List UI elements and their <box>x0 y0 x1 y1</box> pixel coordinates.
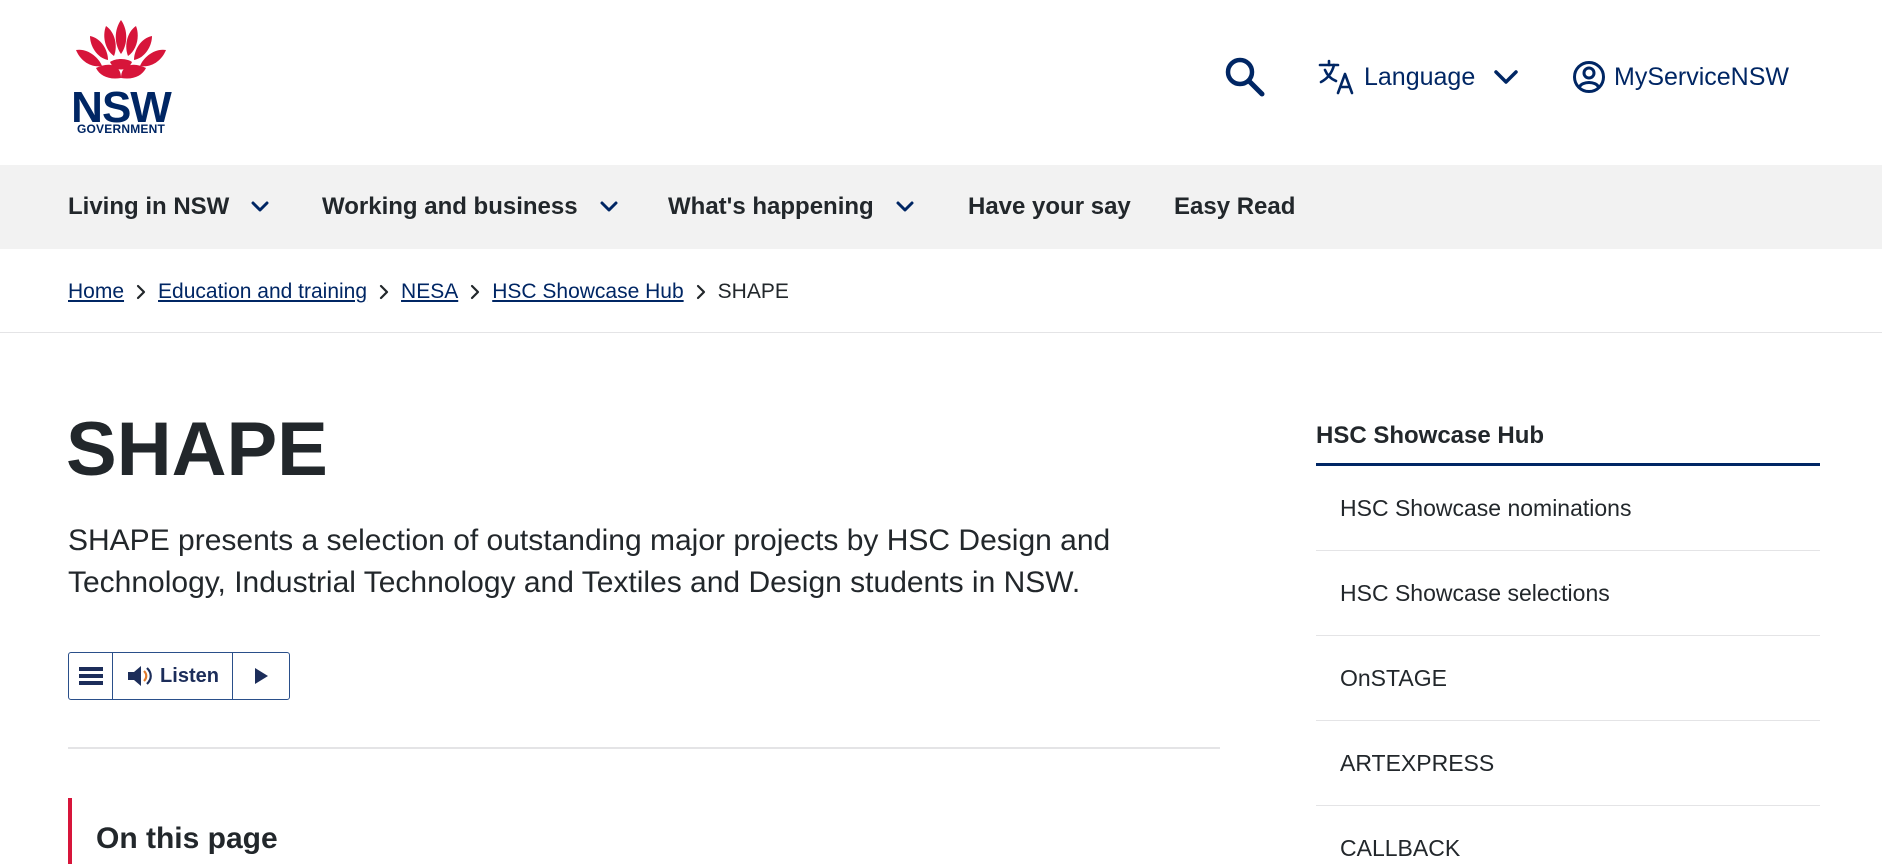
nav-item-label: Living in NSW <box>68 193 230 220</box>
site-header: NSW GOVERNMENT Language MyServiceNSW <box>0 0 1882 165</box>
sidebar-item-label: HSC Showcase nominations <box>1340 494 1632 521</box>
nav-item-working-and-business[interactable]: Working and business <box>322 165 620 249</box>
on-this-page-title: On this page <box>96 822 278 855</box>
listen-player: Listen <box>68 652 290 700</box>
menu-icon <box>78 667 103 685</box>
listen-button[interactable]: Listen <box>113 653 233 699</box>
search-icon <box>1225 57 1265 97</box>
nav-item-easy-read[interactable]: Easy Read <box>1174 165 1295 249</box>
language-selector[interactable]: Language <box>1318 52 1521 102</box>
account-label: MyServiceNSW <box>1614 62 1790 91</box>
nav-item-label: Easy Read <box>1174 193 1296 220</box>
sidebar-item-hsc-showcase-nominations[interactable]: HSC Showcase nominations <box>1316 466 1820 551</box>
sidebar-item-hsc-showcase-selections[interactable]: HSC Showcase selections <box>1316 551 1820 636</box>
search-button[interactable] <box>1224 52 1270 102</box>
language-label: Language <box>1364 62 1476 91</box>
sidebar-item-label: OnSTAGE <box>1340 664 1447 691</box>
divider <box>68 747 1220 749</box>
breadcrumb-current: SHAPE <box>717 280 789 303</box>
chevron-down-icon <box>598 200 620 214</box>
chevron-right-icon <box>696 284 706 300</box>
user-account-icon <box>1573 61 1605 93</box>
page-intro: SHAPE presents a selection of outstandin… <box>68 524 1111 599</box>
logo-subtitle: GOVERNMENT <box>76 122 165 136</box>
waratah-icon <box>76 20 166 79</box>
sidebar-item-label: ARTEXPRESS <box>1340 749 1495 776</box>
nav-item-label: Working and business <box>322 193 578 220</box>
sidebar-item-callback[interactable]: CALLBACK <box>1316 806 1820 864</box>
nav-item-label: Have your say <box>968 193 1131 220</box>
breadcrumb: Home Education and training NESA HSC Sho… <box>68 274 789 310</box>
listen-menu-button[interactable] <box>69 653 113 699</box>
chevron-down-icon <box>894 200 916 214</box>
play-icon <box>255 668 268 684</box>
nav-item-whats-happening[interactable]: What's happening <box>668 165 916 249</box>
nav-item-label: What's happening <box>668 193 874 220</box>
nav-item-living-in-nsw[interactable]: Living in NSW <box>68 165 271 249</box>
sidebar-item-label: CALLBACK <box>1340 834 1461 861</box>
speaker-icon <box>128 666 152 686</box>
chevron-down-icon <box>249 200 271 214</box>
sidebar-navigation: HSC Showcase Hub HSC Showcase nomination… <box>1316 410 1820 864</box>
breadcrumb-link-home[interactable]: Home <box>68 280 124 304</box>
breadcrumb-link-education[interactable]: Education and training <box>158 280 367 304</box>
chevron-right-icon <box>470 284 480 300</box>
chevron-down-icon <box>1494 70 1518 84</box>
translate-icon <box>1318 59 1354 95</box>
chevron-right-icon <box>379 284 389 300</box>
sidebar-item-label: HSC Showcase selections <box>1340 579 1610 606</box>
play-button[interactable] <box>233 653 289 699</box>
myservicensw-link[interactable]: MyServiceNSW <box>1572 52 1789 102</box>
page-title: SHAPE <box>66 407 328 492</box>
sidebar-title[interactable]: HSC Showcase Hub <box>1316 410 1820 466</box>
sidebar-item-onstage[interactable]: OnSTAGE <box>1316 636 1820 721</box>
on-this-page-panel: On this page <box>68 798 668 864</box>
main-navigation: Living in NSW Working and business What'… <box>0 165 1882 249</box>
listen-label: Listen <box>160 664 219 687</box>
divider <box>0 332 1882 333</box>
chevron-right-icon <box>136 284 146 300</box>
breadcrumb-link-hsc-showcase-hub[interactable]: HSC Showcase Hub <box>492 280 683 304</box>
sidebar-item-artexpress[interactable]: ARTEXPRESS <box>1316 721 1820 806</box>
nav-item-have-your-say[interactable]: Have your say <box>968 165 1131 249</box>
breadcrumb-link-nesa[interactable]: NESA <box>401 280 458 304</box>
nsw-government-logo[interactable]: NSW GOVERNMENT <box>66 18 176 138</box>
